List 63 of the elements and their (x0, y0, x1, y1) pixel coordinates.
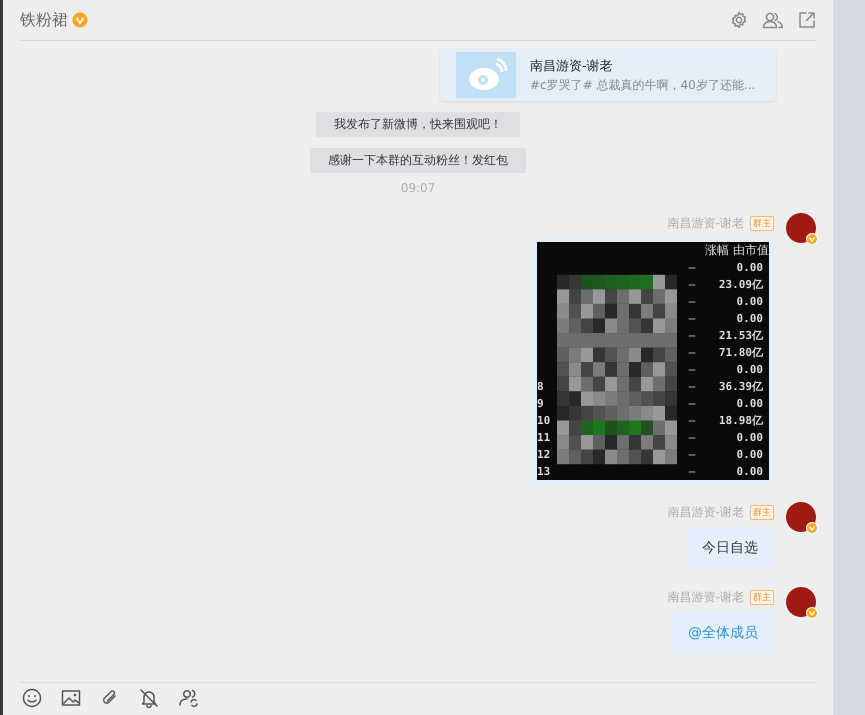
chat-title: 铁粉裙 (20, 10, 68, 30)
role-badge: 群主 (750, 505, 774, 520)
table-cell-text: 0.00 (736, 260, 764, 276)
table-cell-text: – (688, 260, 696, 276)
row-number: 11 (537, 430, 552, 446)
column-header: 由市值 (733, 242, 769, 259)
timestamp: 09:07 (400, 181, 436, 195)
post-author: 南昌游资-谢老 (530, 58, 614, 74)
table-cell-text: – (688, 277, 696, 293)
table-cell-text: 36.39亿 (718, 379, 764, 395)
avatar[interactable] (786, 502, 816, 532)
stock-table-screenshot[interactable]: 涨幅 由市值 – 0.00 – 23.09亿 – 0.00 – 0.00 – 21.53亿 – 71.80亿 – 0.00 8 – 36.39亿 9 – 0.00 10 – 18.98亿 11 – 0.00 12 – 0.00 13 – 0.00 (532, 238, 774, 484)
people-icon[interactable] (762, 11, 784, 29)
sender-name: 南昌游资-谢老 (668, 215, 744, 232)
image-icon[interactable] (61, 688, 81, 708)
system-message: 我发布了新微博，快来围观吧！ (316, 112, 520, 137)
table-cell-text: 18.98亿 (718, 413, 764, 429)
people-refresh-icon[interactable] (178, 688, 200, 708)
table-cell-text: – (688, 413, 696, 429)
table-cell-text: 71.80亿 (718, 345, 764, 361)
sender-name: 南昌游资-谢老 (668, 589, 744, 606)
table-cell-text: – (688, 362, 696, 378)
table-cell-text: 0.00 (736, 294, 764, 310)
message-bubble: @全体成员 (672, 612, 774, 654)
avatar[interactable] (786, 587, 816, 617)
external-link-icon[interactable] (798, 11, 816, 29)
row-number: 10 (537, 413, 552, 429)
message-bubble: 今日自选 (686, 527, 774, 569)
table-cell-text: – (688, 396, 696, 412)
table-cell-text: – (688, 345, 696, 361)
table-cell-text: 0.00 (736, 362, 764, 378)
row-number: 9 (537, 396, 545, 412)
table-cell-text: 0.00 (736, 396, 764, 412)
verified-badge-icon (806, 522, 818, 534)
shared-post-card[interactable]: 南昌游资-谢老 #c罗哭了# 总裁真的牛啊，40岁了还能... (440, 49, 776, 101)
table-cell-text: 23.09亿 (718, 277, 764, 293)
role-badge: 群主 (750, 216, 774, 231)
post-excerpt: #c罗哭了# 总裁真的牛啊，40岁了还能... (530, 76, 756, 94)
table-cell-text: – (688, 464, 696, 480)
table-cell-text: 0.00 (736, 311, 764, 327)
table-cell-text: 21.53亿 (718, 328, 764, 344)
table-cell-text: – (688, 430, 696, 446)
table-cell-text: 0.00 (736, 464, 764, 480)
verified-badge-icon (806, 233, 818, 245)
table-cell-text: 0.00 (736, 447, 764, 463)
sender-name: 南昌游资-谢老 (668, 504, 744, 521)
row-number: 8 (537, 379, 545, 395)
table-cell-text: – (688, 294, 696, 310)
column-header: 涨幅 (705, 242, 729, 259)
system-message: 感谢一下本群的互动粉丝！发红包 (310, 148, 526, 173)
verified-badge-icon (806, 607, 818, 619)
role-badge: 群主 (750, 590, 774, 605)
row-number: 12 (537, 447, 552, 463)
settings-icon[interactable] (730, 11, 748, 29)
avatar[interactable] (786, 213, 816, 243)
table-cell-text: – (688, 328, 696, 344)
row-number: 13 (537, 464, 552, 480)
table-cell-text: – (688, 447, 696, 463)
bell-off-icon[interactable] (139, 688, 159, 708)
table-cell-text: – (688, 311, 696, 327)
table-cell-text: – (688, 379, 696, 395)
table-cell-text: 0.00 (736, 430, 764, 446)
smiley-icon[interactable] (22, 688, 42, 708)
